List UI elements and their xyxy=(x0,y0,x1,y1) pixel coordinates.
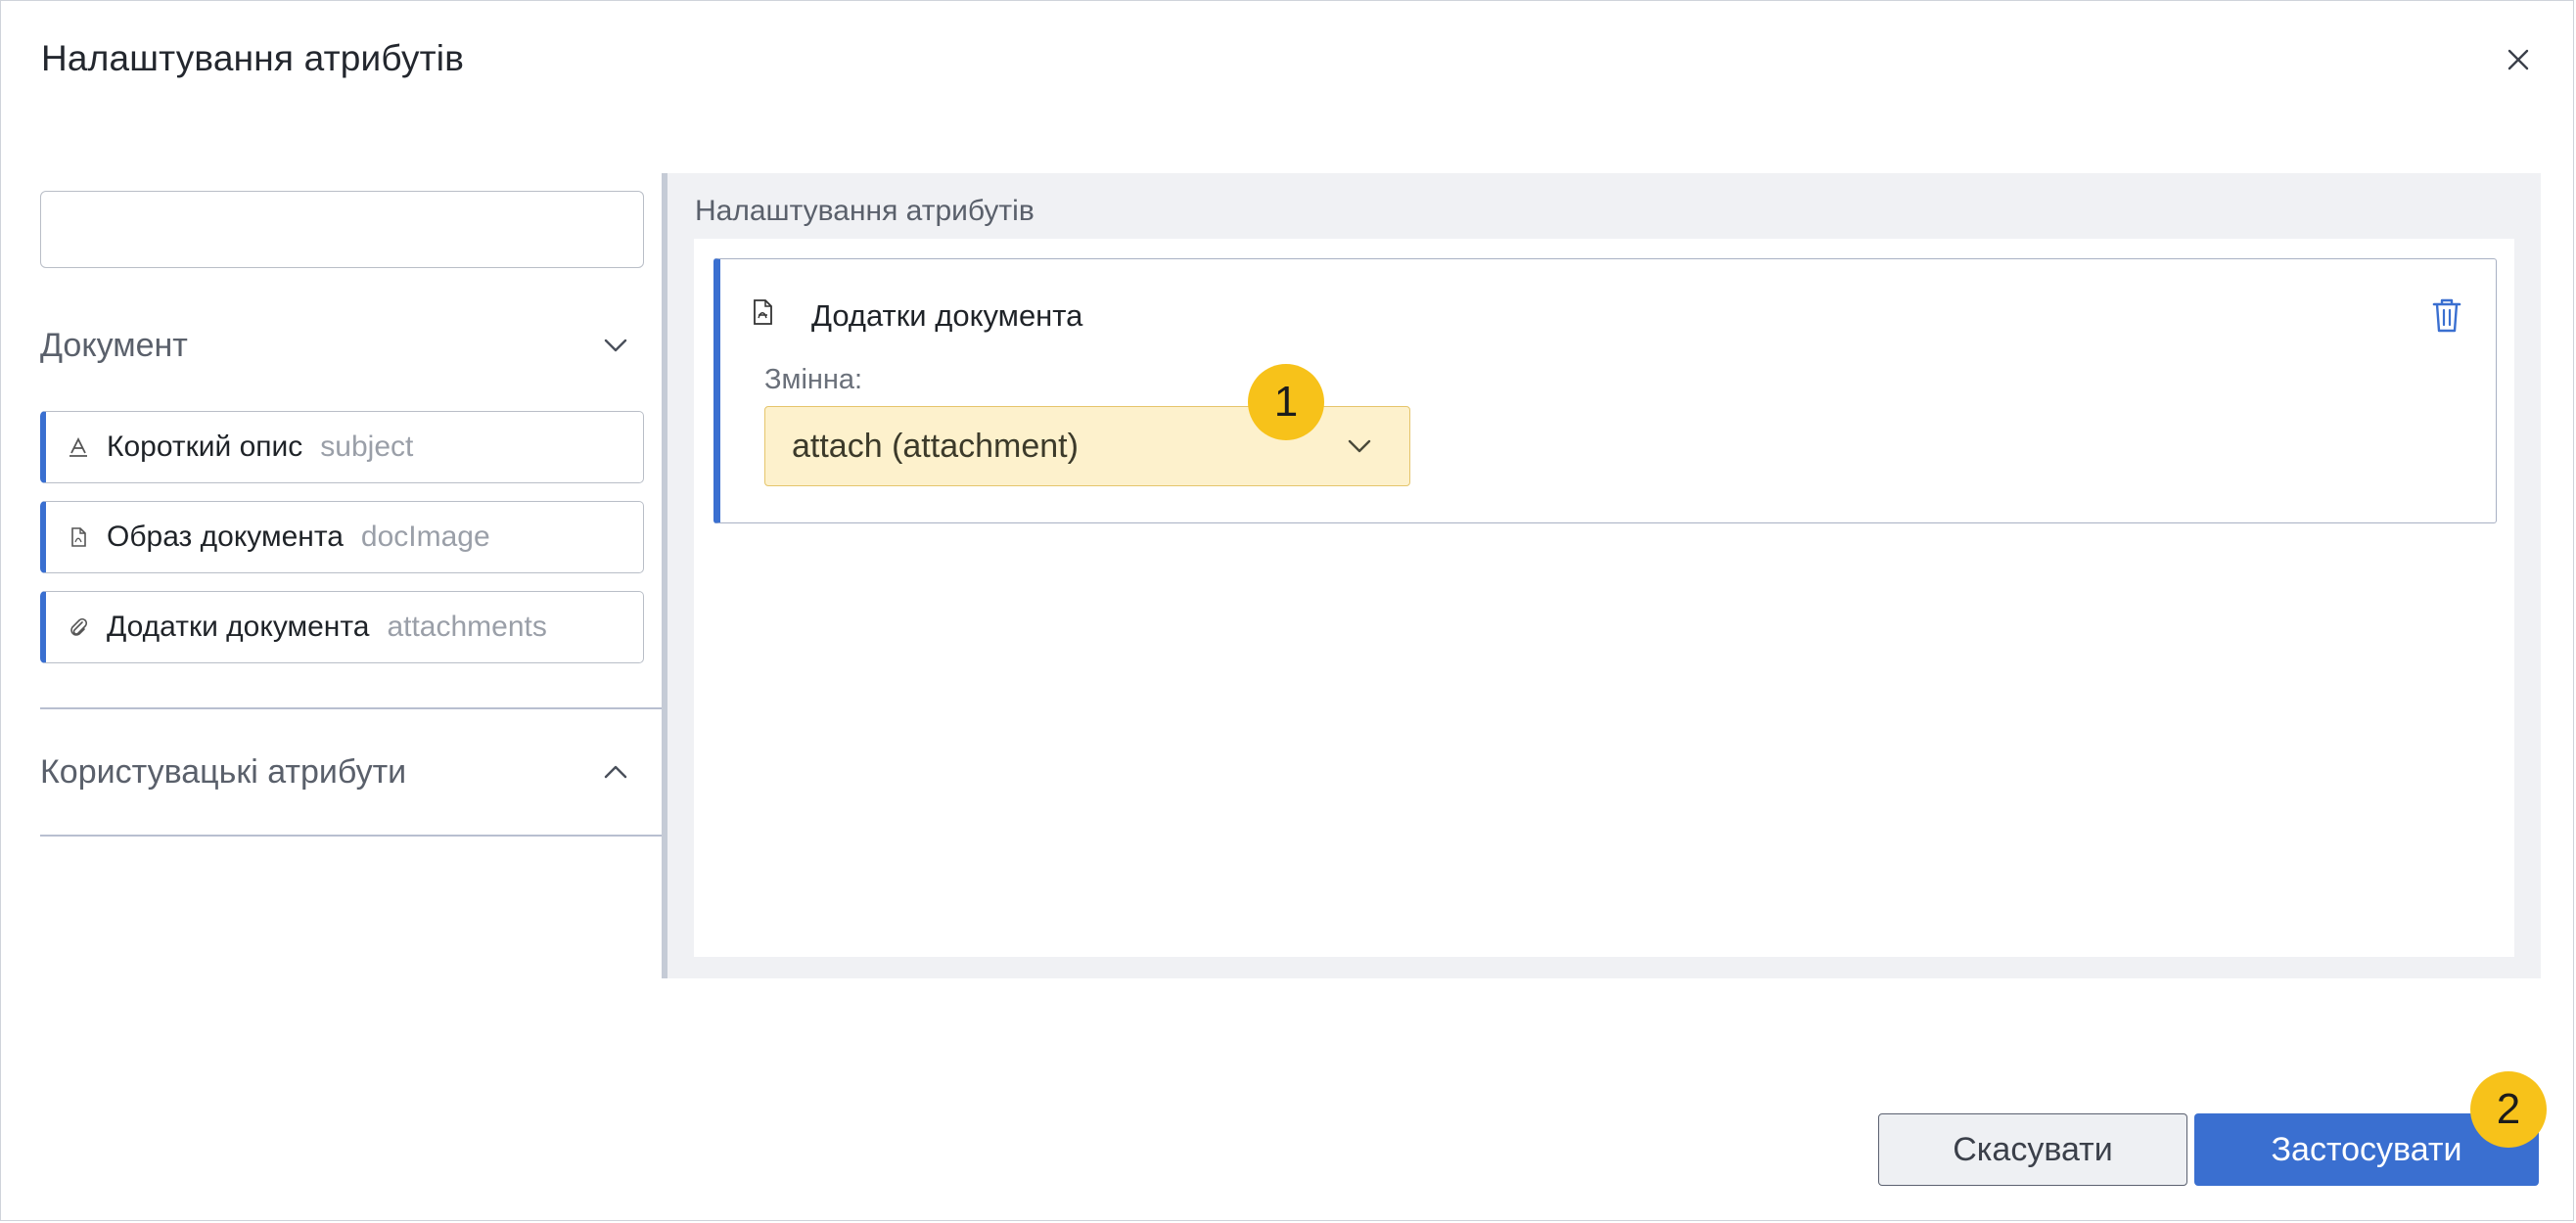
section-divider xyxy=(40,835,663,837)
section-divider xyxy=(40,707,663,709)
cancel-button[interactable]: Скасувати xyxy=(1878,1113,2187,1186)
section-custom-attributes-label: Користувацькі атрибути xyxy=(40,752,407,791)
attribute-item-name: Образ документа xyxy=(107,521,344,553)
callout-badge-2: 2 xyxy=(2470,1071,2547,1148)
text-field-icon xyxy=(69,436,87,457)
section-document-label: Документ xyxy=(40,326,188,364)
variable-select-value: attach (attachment) xyxy=(792,427,1079,465)
attribute-item-name: Короткий опис xyxy=(107,430,303,463)
pdf-file-icon xyxy=(71,527,86,547)
attribute-item-code: attachments xyxy=(387,611,547,643)
settings-panel-title: Налаштування атрибутів xyxy=(695,195,1035,227)
section-custom-attributes-header[interactable]: Користувацькі атрибути xyxy=(40,743,650,801)
attribute-item-name: Додатки документа xyxy=(107,611,370,643)
attribute-search-input[interactable] xyxy=(40,191,644,268)
trash-icon[interactable] xyxy=(2430,295,2463,335)
chevron-down-icon xyxy=(604,339,627,352)
dialog-title: Налаштування атрибутів xyxy=(41,38,465,78)
chevron-down-icon xyxy=(1348,439,1371,453)
chevron-up-icon xyxy=(604,765,627,779)
variable-label: Змінна: xyxy=(764,364,863,395)
pdf-file-icon xyxy=(754,299,772,325)
paperclip-icon xyxy=(70,617,88,636)
attribute-item-code: docImage xyxy=(360,521,490,553)
section-document-header[interactable]: Документ xyxy=(40,316,650,375)
attribute-item-code: subject xyxy=(320,430,414,463)
attribute-item-subject[interactable]: Короткий опис subject xyxy=(40,411,644,483)
attribute-card-title: Додатки документа xyxy=(811,298,1083,333)
attribute-item-docimage[interactable]: Образ документа docImage xyxy=(40,501,644,573)
close-icon[interactable] xyxy=(2503,44,2534,75)
attribute-item-attachments[interactable]: Додатки документа attachments xyxy=(40,591,644,663)
callout-badge-1: 1 xyxy=(1248,364,1324,440)
